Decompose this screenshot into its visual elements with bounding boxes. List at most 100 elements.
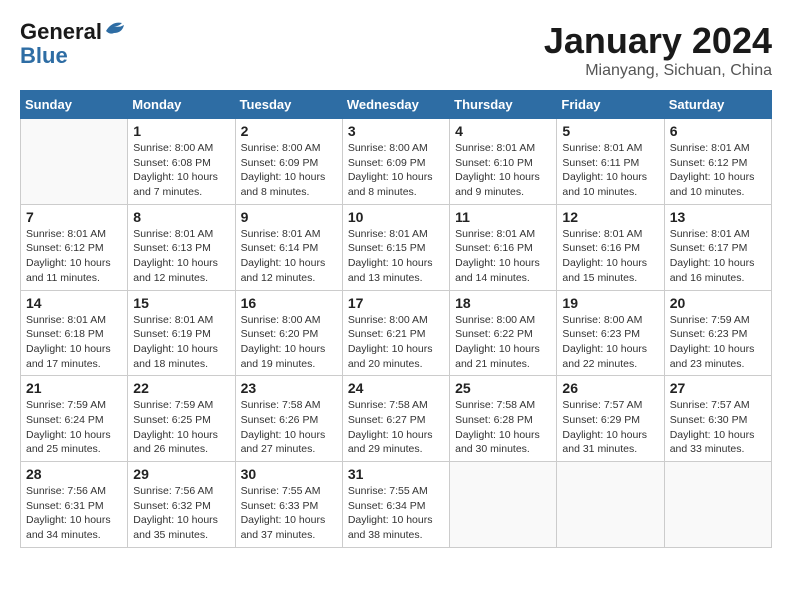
day-number: 29 (133, 466, 229, 482)
day-number: 21 (26, 380, 122, 396)
calendar-cell: 25Sunrise: 7:58 AMSunset: 6:28 PMDayligh… (450, 376, 557, 462)
calendar-cell: 18 Sunrise: 8:00 AMSunset: 6:22 PMDayligh… (450, 290, 557, 376)
location: Mianyang, Sichuan, China (544, 62, 772, 80)
day-number: 7 (26, 209, 122, 225)
weekday-header-sunday: Sunday (21, 91, 128, 119)
calendar-cell: 1 Sunrise: 8:00 AMSunset: 6:08 PMDaylight… (128, 119, 235, 205)
day-info: Sunrise: 7:59 AMSunset: 6:25 PMDaylight:… (133, 398, 229, 457)
day-number: 6 (670, 123, 766, 139)
calendar-cell: 6 Sunrise: 8:01 AMSunset: 6:12 PMDaylight… (664, 119, 771, 205)
day-number: 16 (241, 295, 337, 311)
calendar-cell: 16 Sunrise: 8:00 AMSunset: 6:20 PMDayligh… (235, 290, 342, 376)
day-number: 22 (133, 380, 229, 396)
day-number: 10 (348, 209, 444, 225)
day-number: 1 (133, 123, 229, 139)
calendar-cell: 15Sunrise: 8:01 AMSunset: 6:19 PMDayligh… (128, 290, 235, 376)
calendar-cell: 5 Sunrise: 8:01 AMSunset: 6:11 PMDaylight… (557, 119, 664, 205)
week-row-1: 1 Sunrise: 8:00 AMSunset: 6:08 PMDaylight… (21, 119, 772, 205)
calendar-cell: 11 Sunrise: 8:01 AMSunset: 6:16 PMDayligh… (450, 204, 557, 290)
calendar-cell: 26Sunrise: 7:57 AMSunset: 6:29 PMDayligh… (557, 376, 664, 462)
day-info: Sunrise: 7:59 AMSunset: 6:23 PMDaylight:… (670, 313, 766, 372)
calendar-cell (557, 462, 664, 548)
week-row-4: 21 Sunrise: 7:59 AMSunset: 6:24 PMDayligh… (21, 376, 772, 462)
day-info: Sunrise: 8:00 AMSunset: 6:22 PMDaylight:… (455, 313, 551, 372)
day-info: Sunrise: 7:55 AMSunset: 6:33 PMDaylight:… (241, 484, 337, 543)
day-number: 18 (455, 295, 551, 311)
day-number: 23 (241, 380, 337, 396)
day-info: Sunrise: 8:01 AMSunset: 6:11 PMDaylight:… (562, 141, 658, 200)
day-number: 2 (241, 123, 337, 139)
calendar-cell (450, 462, 557, 548)
day-number: 15 (133, 295, 229, 311)
day-number: 28 (26, 466, 122, 482)
day-info: Sunrise: 7:57 AMSunset: 6:30 PMDaylight:… (670, 398, 766, 457)
day-info: Sunrise: 8:01 AMSunset: 6:12 PMDaylight:… (26, 227, 122, 286)
calendar-table: SundayMondayTuesdayWednesdayThursdayFrid… (20, 90, 772, 548)
day-info: Sunrise: 7:58 AMSunset: 6:26 PMDaylight:… (241, 398, 337, 457)
calendar-cell: 27 Sunrise: 7:57 AMSunset: 6:30 PMDayligh… (664, 376, 771, 462)
day-info: Sunrise: 8:01 AMSunset: 6:17 PMDaylight:… (670, 227, 766, 286)
calendar-cell (664, 462, 771, 548)
calendar-cell: 21 Sunrise: 7:59 AMSunset: 6:24 PMDayligh… (21, 376, 128, 462)
calendar-cell: 20 Sunrise: 7:59 AMSunset: 6:23 PMDayligh… (664, 290, 771, 376)
day-number: 4 (455, 123, 551, 139)
calendar-cell: 24 Sunrise: 7:58 AMSunset: 6:27 PMDayligh… (342, 376, 449, 462)
calendar-cell: 10 Sunrise: 8:01 AMSunset: 6:15 PMDayligh… (342, 204, 449, 290)
calendar-cell: 4 Sunrise: 8:01 AMSunset: 6:10 PMDaylight… (450, 119, 557, 205)
day-info: Sunrise: 7:55 AMSunset: 6:34 PMDaylight:… (348, 484, 444, 543)
day-number: 11 (455, 209, 551, 225)
month-title: January 2024 (544, 20, 772, 62)
logo-text: General (20, 20, 102, 44)
day-number: 26 (562, 380, 658, 396)
day-info: Sunrise: 8:00 AMSunset: 6:21 PMDaylight:… (348, 313, 444, 372)
day-info: Sunrise: 8:00 AMSunset: 6:20 PMDaylight:… (241, 313, 337, 372)
day-number: 8 (133, 209, 229, 225)
weekday-header-row: SundayMondayTuesdayWednesdayThursdayFrid… (21, 91, 772, 119)
day-number: 13 (670, 209, 766, 225)
day-number: 30 (241, 466, 337, 482)
calendar-cell: 2 Sunrise: 8:00 AMSunset: 6:09 PMDaylight… (235, 119, 342, 205)
day-number: 12 (562, 209, 658, 225)
day-number: 27 (670, 380, 766, 396)
weekday-header-saturday: Saturday (664, 91, 771, 119)
calendar-cell: 22 Sunrise: 7:59 AMSunset: 6:25 PMDayligh… (128, 376, 235, 462)
day-info: Sunrise: 8:01 AMSunset: 6:18 PMDaylight:… (26, 313, 122, 372)
calendar-cell: 14 Sunrise: 8:01 AMSunset: 6:18 PMDayligh… (21, 290, 128, 376)
day-number: 3 (348, 123, 444, 139)
day-info: Sunrise: 8:00 AMSunset: 6:08 PMDaylight:… (133, 141, 229, 200)
calendar-cell: 28Sunrise: 7:56 AMSunset: 6:31 PMDayligh… (21, 462, 128, 548)
day-info: Sunrise: 7:59 AMSunset: 6:24 PMDaylight:… (26, 398, 122, 457)
day-number: 24 (348, 380, 444, 396)
day-info: Sunrise: 7:58 AMSunset: 6:28 PMDaylight:… (455, 398, 551, 457)
calendar-cell: 12Sunrise: 8:01 AMSunset: 6:16 PMDayligh… (557, 204, 664, 290)
calendar-cell: 29Sunrise: 7:56 AMSunset: 6:32 PMDayligh… (128, 462, 235, 548)
title-block: January 2024 Mianyang, Sichuan, China (544, 20, 772, 80)
calendar-cell: 30 Sunrise: 7:55 AMSunset: 6:33 PMDayligh… (235, 462, 342, 548)
day-info: Sunrise: 8:01 AMSunset: 6:10 PMDaylight:… (455, 141, 551, 200)
day-number: 19 (562, 295, 658, 311)
calendar-cell: 13 Sunrise: 8:01 AMSunset: 6:17 PMDayligh… (664, 204, 771, 290)
calendar-cell (21, 119, 128, 205)
day-info: Sunrise: 8:00 AMSunset: 6:09 PMDaylight:… (241, 141, 337, 200)
calendar-cell: 19 Sunrise: 8:00 AMSunset: 6:23 PMDayligh… (557, 290, 664, 376)
day-info: Sunrise: 8:01 AMSunset: 6:12 PMDaylight:… (670, 141, 766, 200)
day-number: 9 (241, 209, 337, 225)
day-info: Sunrise: 8:00 AMSunset: 6:23 PMDaylight:… (562, 313, 658, 372)
calendar-cell: 23 Sunrise: 7:58 AMSunset: 6:26 PMDayligh… (235, 376, 342, 462)
logo-bird-icon (104, 19, 126, 37)
day-number: 20 (670, 295, 766, 311)
day-number: 14 (26, 295, 122, 311)
day-number: 5 (562, 123, 658, 139)
logo: General Blue (20, 20, 126, 68)
weekday-header-tuesday: Tuesday (235, 91, 342, 119)
day-info: Sunrise: 7:58 AMSunset: 6:27 PMDaylight:… (348, 398, 444, 457)
day-info: Sunrise: 8:01 AMSunset: 6:16 PMDaylight:… (455, 227, 551, 286)
logo-blue-text: Blue (20, 43, 68, 68)
week-row-3: 14 Sunrise: 8:01 AMSunset: 6:18 PMDayligh… (21, 290, 772, 376)
day-number: 17 (348, 295, 444, 311)
day-info: Sunrise: 8:00 AMSunset: 6:09 PMDaylight:… (348, 141, 444, 200)
day-number: 31 (348, 466, 444, 482)
day-info: Sunrise: 8:01 AMSunset: 6:15 PMDaylight:… (348, 227, 444, 286)
weekday-header-wednesday: Wednesday (342, 91, 449, 119)
week-row-2: 7 Sunrise: 8:01 AMSunset: 6:12 PMDaylight… (21, 204, 772, 290)
